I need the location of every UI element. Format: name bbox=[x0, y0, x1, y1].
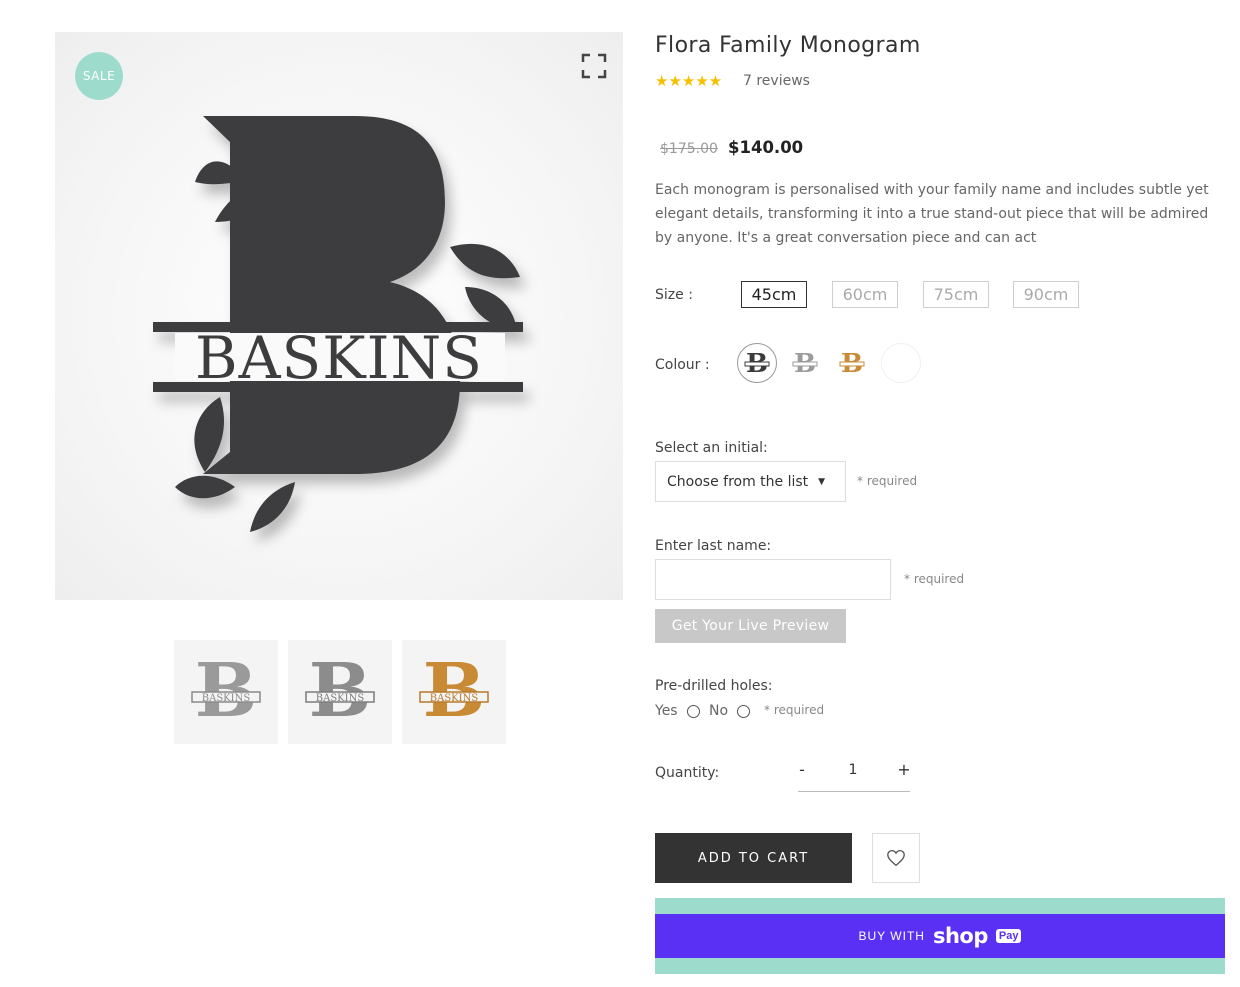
svg-text:B: B bbox=[309, 648, 372, 734]
holes-yes-label: Yes bbox=[655, 703, 678, 719]
thumbnail-image: B BASKINS bbox=[419, 648, 489, 734]
product-description: Each monogram is personalised with your … bbox=[655, 182, 1209, 246]
quantity-increase-button[interactable]: + bbox=[894, 757, 914, 781]
svg-text:BASKINS: BASKINS bbox=[316, 693, 365, 704]
initial-label: Select an initial: bbox=[655, 440, 768, 456]
sale-badge: SALE bbox=[75, 52, 123, 100]
holes-no-radio[interactable] bbox=[737, 705, 750, 718]
quantity-label: Quantity: bbox=[655, 765, 720, 781]
initial-select[interactable]: Choose from the list ▼ bbox=[655, 461, 846, 502]
lastname-required-note: * required bbox=[904, 572, 965, 586]
thumbnail-gold[interactable]: B BASKINS bbox=[402, 640, 506, 744]
size-option-60cm[interactable]: 60cm bbox=[832, 281, 898, 308]
initial-select-value: Choose from the list bbox=[667, 473, 809, 490]
lastname-input[interactable] bbox=[655, 559, 891, 600]
size-option-90cm[interactable]: 90cm bbox=[1013, 281, 1079, 308]
quantity-decrease-button[interactable]: - bbox=[792, 757, 812, 781]
holes-required-note: * required bbox=[764, 703, 825, 717]
size-label: Size : bbox=[655, 287, 693, 303]
lastname-label: Enter last name: bbox=[655, 538, 772, 554]
svg-text:B: B bbox=[423, 648, 486, 734]
expand-icon[interactable] bbox=[581, 53, 607, 79]
colour-label: Colour : bbox=[655, 357, 710, 373]
initial-required-note: * required bbox=[857, 474, 918, 488]
pay-badge: Pay bbox=[995, 929, 1022, 943]
monogram-text: BASKINS bbox=[195, 324, 483, 392]
holes-yes-radio[interactable] bbox=[687, 705, 700, 718]
thumbnail-silver-gradient[interactable]: B BASKINS bbox=[288, 640, 392, 744]
colour-swatch-gold[interactable]: B bbox=[832, 343, 872, 383]
svg-text:B: B bbox=[195, 648, 258, 734]
product-title: Flora Family Monogram bbox=[655, 33, 921, 58]
buy-with-text: BUY WITH bbox=[858, 929, 925, 943]
colour-swatch-dark[interactable]: B bbox=[737, 343, 777, 383]
quantity-underline bbox=[798, 791, 910, 792]
thumbnail-image: B BASKINS bbox=[305, 648, 375, 734]
rating-stars[interactable]: ★★★★★ bbox=[655, 72, 722, 90]
shop-pay-button[interactable]: BUY WITH shop Pay bbox=[655, 914, 1225, 958]
holes-no-label: No bbox=[709, 703, 729, 719]
compare-at-price: $175.00 bbox=[660, 141, 718, 157]
thumbnail-image: B BASKINS bbox=[191, 648, 261, 734]
thumbnail-silver[interactable]: B BASKINS bbox=[174, 640, 278, 744]
sale-price: $140.00 bbox=[728, 138, 804, 157]
reviews-link[interactable]: 7 reviews bbox=[743, 73, 810, 89]
colour-swatch-silver[interactable]: B bbox=[785, 343, 825, 383]
size-option-75cm[interactable]: 75cm bbox=[923, 281, 989, 308]
size-option-45cm[interactable]: 45cm bbox=[741, 281, 807, 308]
wishlist-button[interactable] bbox=[872, 833, 920, 883]
holes-label: Pre-drilled holes: bbox=[655, 678, 773, 694]
monogram-image: BASKINS bbox=[153, 116, 523, 532]
quantity-value[interactable]: 1 bbox=[836, 762, 870, 778]
caret-down-icon: ▼ bbox=[818, 476, 826, 487]
live-preview-button[interactable]: Get Your Live Preview bbox=[655, 609, 846, 643]
heart-icon bbox=[887, 849, 905, 867]
svg-text:BASKINS: BASKINS bbox=[430, 693, 479, 704]
svg-text:BASKINS: BASKINS bbox=[202, 693, 251, 704]
product-main-image[interactable]: BASKINS bbox=[55, 32, 623, 600]
colour-swatch-white[interactable] bbox=[881, 343, 921, 383]
add-to-cart-button[interactable]: ADD TO CART bbox=[655, 833, 852, 883]
shop-logo: shop bbox=[932, 924, 988, 948]
